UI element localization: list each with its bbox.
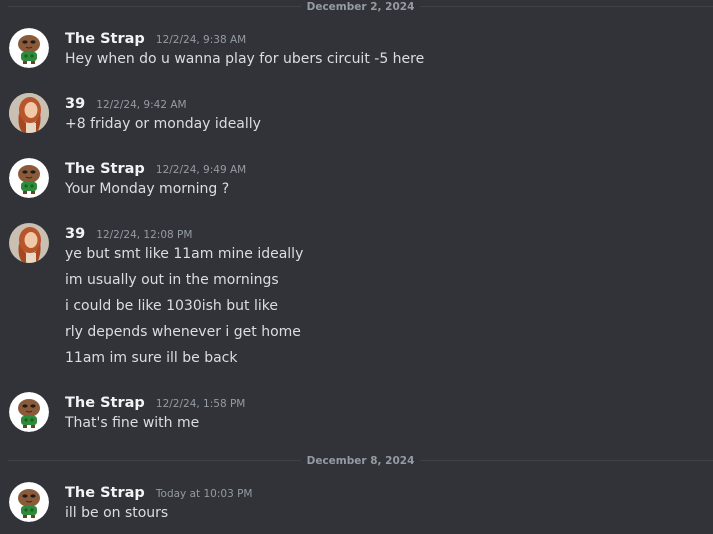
username[interactable]: The Strap bbox=[65, 485, 145, 501]
date-divider: December 8, 2024 bbox=[8, 453, 713, 469]
username[interactable]: 39 bbox=[65, 226, 85, 242]
timestamp[interactable]: 12/2/24, 1:58 PM bbox=[156, 398, 245, 410]
message-text: +8 friday or monday ideally bbox=[65, 116, 261, 132]
timestamp[interactable]: 12/2/24, 12:08 PM bbox=[96, 229, 192, 241]
message-header: 39 12/2/24, 12:08 PM bbox=[65, 223, 192, 243]
message-text: rly depends whenever i get home bbox=[65, 324, 301, 340]
message-header: 39 12/2/24, 9:42 AM bbox=[65, 93, 187, 113]
timestamp[interactable]: 12/2/24, 9:38 AM bbox=[156, 34, 246, 46]
message-text: ill be on stours bbox=[65, 505, 169, 521]
avatar-strap-icon[interactable] bbox=[9, 482, 49, 522]
message-text: im usually out in the mornings bbox=[65, 272, 279, 288]
message-header: The Strap Today at 10:03 PM bbox=[65, 482, 252, 502]
date-divider-label: December 2, 2024 bbox=[300, 0, 421, 15]
message-text: That's fine with me bbox=[65, 415, 200, 431]
avatar-39-icon[interactable] bbox=[9, 93, 49, 133]
avatar-strap-icon[interactable] bbox=[9, 392, 49, 432]
timestamp[interactable]: 12/2/24, 9:42 AM bbox=[96, 99, 186, 111]
message-header: The Strap 12/2/24, 9:38 AM bbox=[65, 28, 246, 48]
message-text: i could be like 1030ish but like bbox=[65, 298, 278, 314]
message-header: The Strap 12/2/24, 1:58 PM bbox=[65, 392, 245, 412]
message-text: Hey when do u wanna play for ubers circu… bbox=[65, 51, 425, 67]
message-header: The Strap 12/2/24, 9:49 AM bbox=[65, 158, 246, 178]
message-text: ye but smt like 11am mine ideally bbox=[65, 246, 304, 262]
username[interactable]: The Strap bbox=[65, 161, 145, 177]
date-divider: December 2, 2024 bbox=[8, 0, 713, 15]
avatar-strap-icon[interactable] bbox=[9, 28, 49, 68]
message-text: 11am im sure ill be back bbox=[65, 350, 238, 366]
avatar-strap-icon[interactable] bbox=[9, 158, 49, 198]
chat-messages[interactable]: December 2, 2024 The Strap 12/2/24, 9:38… bbox=[0, 0, 713, 534]
message-text: Your Monday morning ? bbox=[65, 181, 230, 197]
avatar-39-icon[interactable] bbox=[9, 223, 49, 263]
username[interactable]: 39 bbox=[65, 96, 85, 112]
username[interactable]: The Strap bbox=[65, 31, 145, 47]
timestamp[interactable]: 12/2/24, 9:49 AM bbox=[156, 164, 246, 176]
date-divider-label: December 8, 2024 bbox=[300, 453, 421, 469]
username[interactable]: The Strap bbox=[65, 395, 145, 411]
timestamp[interactable]: Today at 10:03 PM bbox=[156, 488, 253, 500]
